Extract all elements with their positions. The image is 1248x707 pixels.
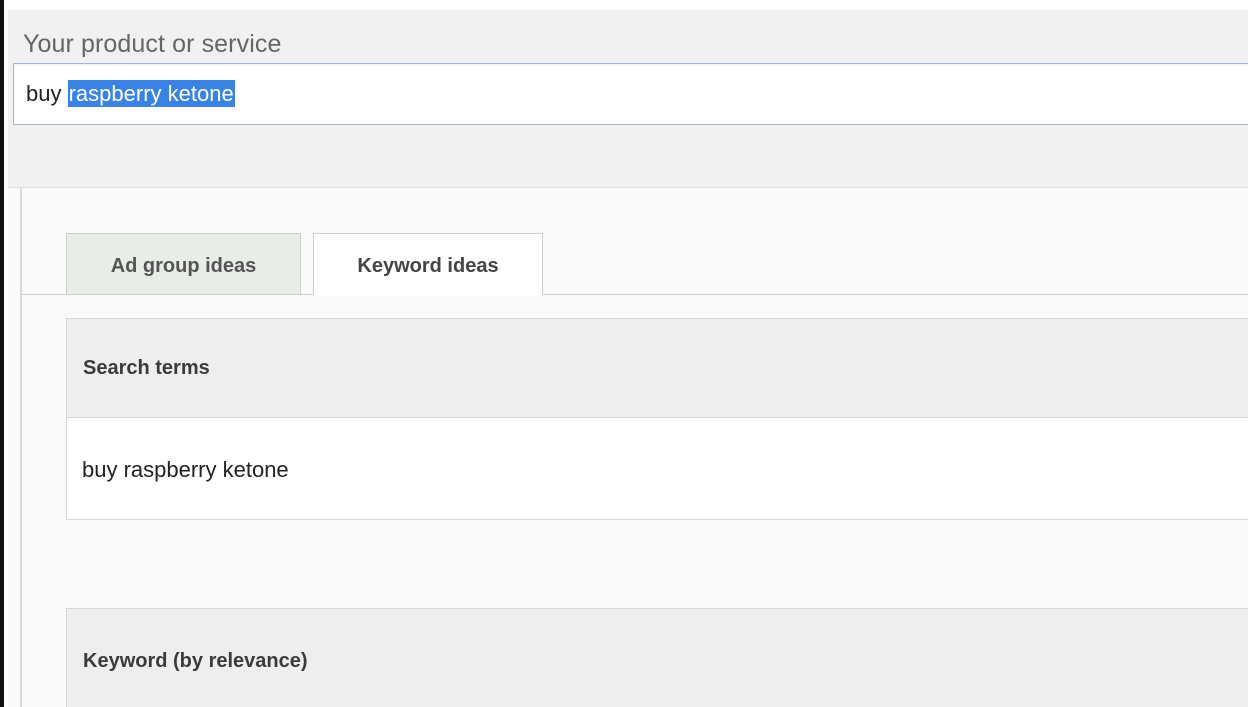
keyword-planner-view: Your product or service buy raspberry ke…: [0, 0, 1248, 707]
tab-ad-group-ideas[interactable]: Ad group ideas: [66, 233, 301, 295]
content-left-divider: [20, 188, 22, 707]
keyword-column-header[interactable]: Keyword (by relevance): [67, 609, 1248, 707]
window-left-border: [0, 0, 4, 707]
input-text-unselected: buy: [26, 81, 68, 106]
table-row[interactable]: buy raspberry ketone: [67, 418, 1248, 519]
search-terms-header[interactable]: Search terms: [67, 319, 1248, 418]
product-field-label: Your product or service: [23, 30, 282, 58]
product-or-service-input[interactable]: buy raspberry ketone: [13, 63, 1248, 125]
input-text-selection: raspberry ketone: [67, 80, 235, 107]
keyword-ideas-table: Keyword (by relevance): [66, 608, 1248, 707]
tabs-baseline: [22, 294, 1248, 295]
search-terms-table: Search terms buy raspberry ketone: [66, 318, 1248, 520]
tab-keyword-ideas[interactable]: Keyword ideas: [313, 233, 543, 296]
